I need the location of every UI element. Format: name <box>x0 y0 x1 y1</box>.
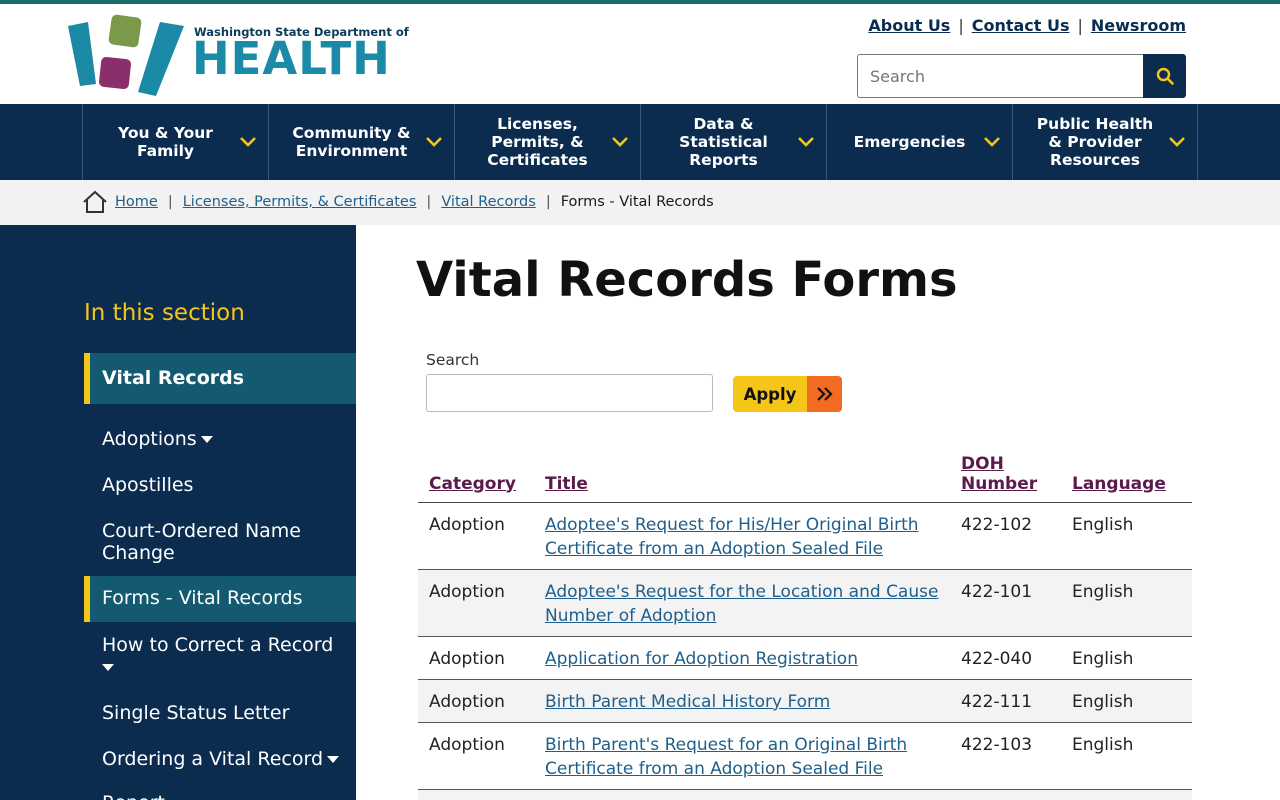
sidebar-item-single-status[interactable]: Single Status Letter <box>102 702 342 724</box>
cell-doh-number: 422-111 <box>950 679 1061 723</box>
logo-wordmark: HEALTH <box>192 32 391 85</box>
cell-language: English <box>1061 722 1192 790</box>
main-navigation: You & Your Family Community & Environmen… <box>0 104 1280 180</box>
sidebar-item-correct-record[interactable]: How to Correct a Record <box>102 634 342 678</box>
sidebar-item-forms-current[interactable]: Forms - Vital Records <box>84 576 356 622</box>
cell-doh-number: 422-096 <box>950 789 1061 800</box>
table-row: Adoption Birth Parent's Request for an Or… <box>418 722 1192 790</box>
sidebar-item-vital-records[interactable]: Vital Records <box>84 353 356 404</box>
search-filter-label: Search <box>426 351 480 369</box>
sidebar-item-name-change[interactable]: Court-Ordered Name Change <box>102 520 342 564</box>
nav-you-and-your-family[interactable]: You & Your Family <box>82 104 268 180</box>
form-title-link[interactable]: Birth Parent's Request for an Original B… <box>545 735 907 779</box>
chevron-down-icon <box>798 137 814 147</box>
cell-language: English <box>1061 636 1192 680</box>
cell-language: English <box>1061 679 1192 723</box>
nav-public-health-resources[interactable]: Public Health & Provider Resources <box>1012 104 1198 180</box>
utility-links: About Us | Contact Us | Newsroom <box>868 16 1186 35</box>
forms-search-input[interactable] <box>426 374 713 412</box>
forms-table: Category Title DOH Number Language Adopt… <box>418 440 1192 800</box>
breadcrumb-vital-records-link[interactable]: Vital Records <box>441 194 536 210</box>
form-title-link[interactable]: Application for Adoption Registration <box>545 649 858 669</box>
double-chevron-right-icon <box>807 376 842 412</box>
chevron-down-icon <box>1169 137 1185 147</box>
cell-doh-number: 422-101 <box>950 569 1061 637</box>
breadcrumb-licenses-link[interactable]: Licenses, Permits, & Certificates <box>183 194 417 210</box>
sidebar-item-report[interactable]: Report... <box>102 792 342 800</box>
apply-button-label: Apply <box>733 376 807 412</box>
form-title-link[interactable]: Adoptee's Request for the Location and C… <box>545 582 938 626</box>
form-title-link[interactable]: Birth Parent Medical History Form <box>545 692 830 712</box>
section-sidebar: In this section Vital Records Adoptions … <box>0 225 356 800</box>
caret-down-icon[interactable] <box>327 756 340 763</box>
breadcrumb-current: Forms - Vital Records <box>560 194 714 210</box>
caret-down-icon[interactable] <box>102 664 114 671</box>
table-row: Adoption Adoptee's Request for His/Her Or… <box>418 502 1192 570</box>
nav-community-environment[interactable]: Community & Environment <box>268 104 454 180</box>
site-search-input[interactable] <box>857 54 1143 98</box>
page-title: Vital Records Forms <box>416 252 958 308</box>
chevron-down-icon <box>612 137 628 147</box>
sidebar-item-apostilles[interactable]: Apostilles <box>102 474 342 496</box>
site-search-button[interactable] <box>1143 54 1186 98</box>
sort-doh-number-link[interactable]: DOH Number <box>961 454 1037 494</box>
search-icon <box>1156 67 1174 85</box>
sort-language-link[interactable]: Language <box>1072 474 1166 494</box>
sort-category-link[interactable]: Category <box>429 474 516 494</box>
chevron-down-icon <box>240 137 256 147</box>
logo-mark-icon <box>68 14 184 96</box>
nav-emergencies[interactable]: Emergencies <box>826 104 1012 180</box>
cell-doh-number: 422-103 <box>950 722 1061 790</box>
cell-doh-number: 422-040 <box>950 636 1061 680</box>
site-header: Washington State Department of HEALTH Ab… <box>0 4 1280 104</box>
nav-licenses-permits[interactable]: Licenses, Permits, & Certificates <box>454 104 640 180</box>
table-row: Adoption Birth Parent Medical History For… <box>418 679 1192 723</box>
sidebar-item-adoptions[interactable]: Adoptions <box>102 428 342 450</box>
chevron-down-icon <box>984 137 1000 147</box>
about-us-link[interactable]: About Us <box>868 16 950 35</box>
apply-button[interactable]: Apply <box>733 376 842 412</box>
cell-doh-number: 422-102 <box>950 502 1061 570</box>
chevron-down-icon <box>426 137 442 147</box>
cell-category: Adoption <box>418 789 534 800</box>
cell-category: Adoption <box>418 679 534 723</box>
form-title-link[interactable]: Adoptee's Request for His/Her Original B… <box>545 515 919 559</box>
caret-down-icon[interactable] <box>200 436 213 443</box>
cell-category: Adoption <box>418 722 534 790</box>
sort-title-link[interactable]: Title <box>545 474 588 494</box>
cell-language: English <box>1061 789 1192 800</box>
breadcrumb-home-link[interactable]: Home <box>115 194 158 210</box>
sidebar-item-ordering[interactable]: Ordering a Vital Record <box>102 748 342 770</box>
cell-category: Adoption <box>418 569 534 637</box>
table-row: AdoptionCertified Statement by Adoptee42… <box>418 789 1192 800</box>
cell-language: English <box>1061 502 1192 570</box>
newsroom-link[interactable]: Newsroom <box>1091 16 1186 35</box>
cell-category: Adoption <box>418 636 534 680</box>
table-row: Adoption Application for Adoption Registr… <box>418 636 1192 680</box>
breadcrumb: Home | Licenses, Permits, & Certificates… <box>0 180 1280 225</box>
table-row: Adoption Adoptee's Request for the Locati… <box>418 569 1192 637</box>
contact-us-link[interactable]: Contact Us <box>972 16 1070 35</box>
nav-data-reports[interactable]: Data & Statistical Reports <box>640 104 826 180</box>
cell-category: Adoption <box>418 502 534 570</box>
cell-language: English <box>1061 569 1192 637</box>
sidebar-heading: In this section <box>84 300 245 326</box>
doh-logo[interactable]: Washington State Department of HEALTH <box>66 14 409 96</box>
home-icon[interactable] <box>82 190 108 214</box>
